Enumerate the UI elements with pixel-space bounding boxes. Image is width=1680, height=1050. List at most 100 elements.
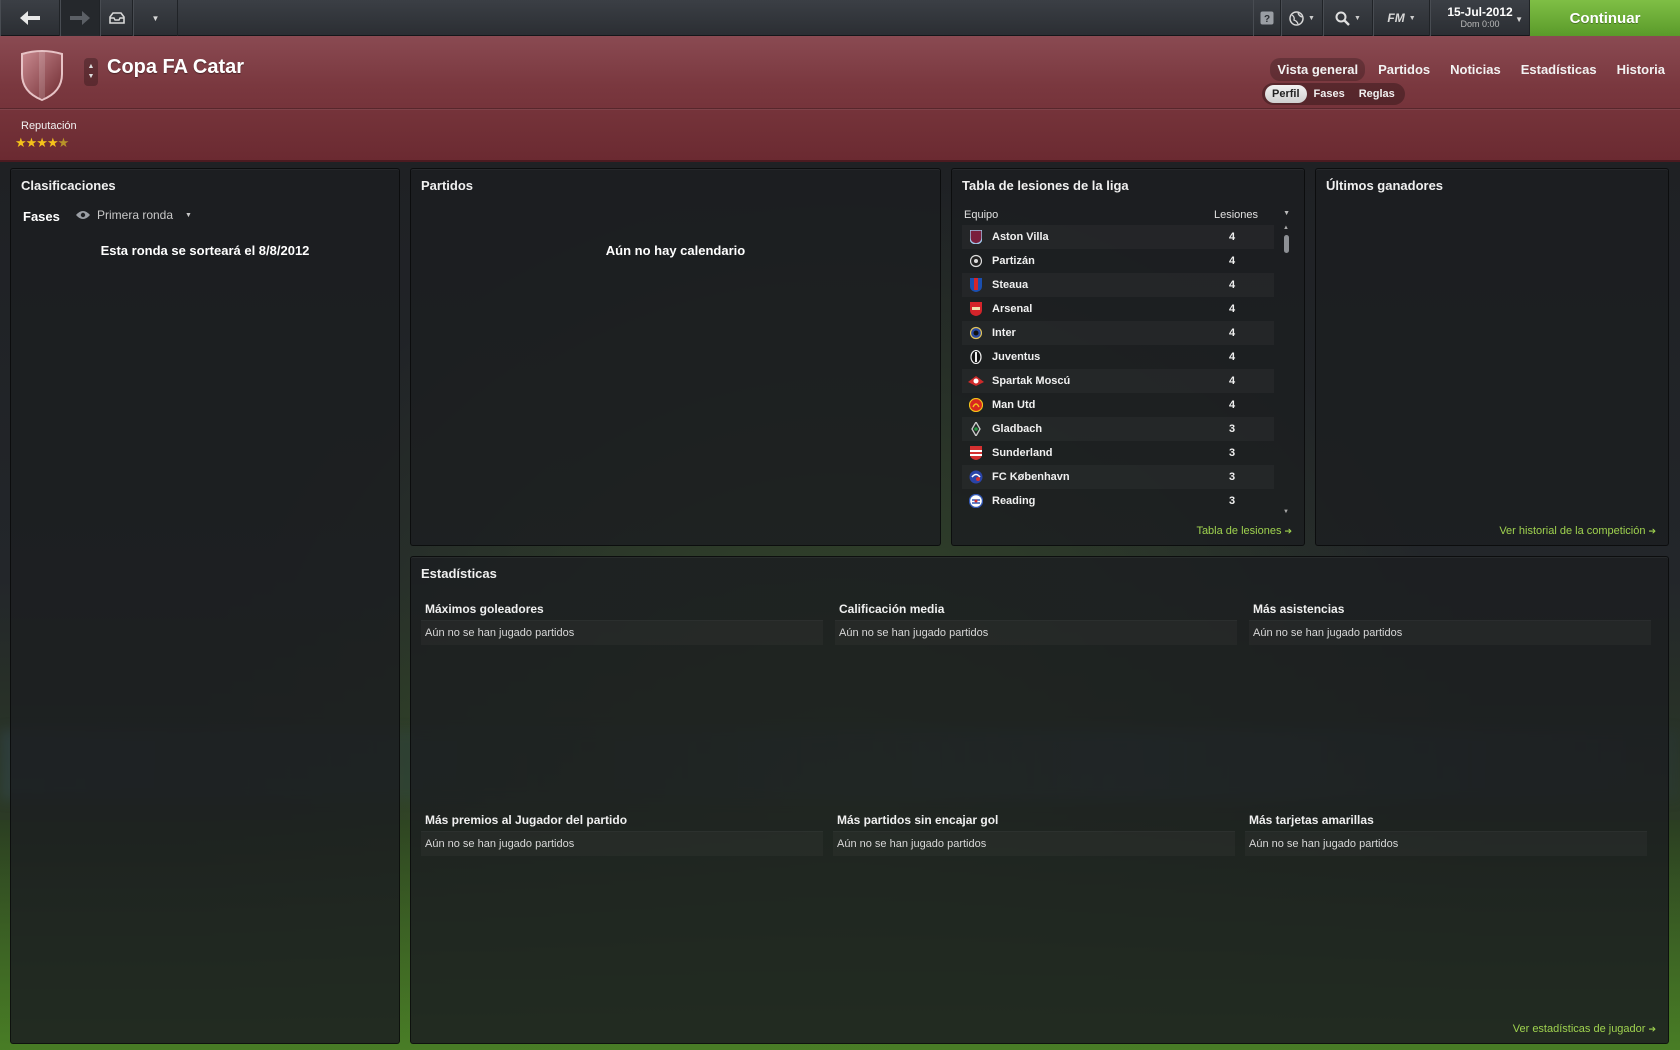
- injury-table-scrollbar[interactable]: ▲ ▼: [1283, 225, 1290, 515]
- scroll-down-icon[interactable]: ▼: [1283, 509, 1289, 515]
- scrollbar-thumb[interactable]: [1284, 235, 1289, 253]
- tab-partidos[interactable]: Partidos: [1371, 58, 1437, 81]
- stat-most-assists: Más asistencias Aún no se han jugado par…: [1249, 597, 1651, 645]
- club-badge-icon: [968, 325, 984, 341]
- reputation-label: Reputación: [21, 120, 77, 132]
- panel-title: Estadísticas: [421, 566, 497, 581]
- menu-dropdown-button[interactable]: ▼: [133, 0, 178, 36]
- scroll-up-icon[interactable]: ▲: [1283, 225, 1289, 231]
- table-row[interactable]: Sunderland 3: [962, 441, 1274, 465]
- stat-title[interactable]: Más premios al Jugador del partido: [421, 808, 823, 832]
- club-badge-icon: [968, 397, 984, 413]
- club-badge-icon: [968, 469, 984, 485]
- no-fixtures-message: Aún no hay calendario: [605, 243, 746, 258]
- injury-count: 4: [1228, 327, 1236, 339]
- stat-title[interactable]: Más asistencias: [1249, 597, 1651, 621]
- search-button[interactable]: ▼: [1323, 0, 1373, 36]
- chevron-down-icon: ▼: [185, 211, 192, 219]
- stat-empty-message: Aún no se han jugado partidos: [833, 832, 1235, 856]
- subtab-reglas[interactable]: Reglas: [1352, 85, 1402, 103]
- table-row[interactable]: Partizán 4: [962, 249, 1274, 273]
- stat-title[interactable]: Máximos goleadores: [421, 597, 823, 621]
- chevron-down-icon: ▼: [87, 73, 95, 80]
- stat-top-scorers: Máximos goleadores Aún no se han jugado …: [421, 597, 823, 645]
- table-row[interactable]: FC København 3: [962, 465, 1274, 489]
- club-badge-icon: [968, 421, 984, 437]
- competition-switcher[interactable]: ▲ ▼: [84, 58, 98, 86]
- standings-panel: Clasificaciones Fases Primera ronda ▼ Es…: [10, 168, 400, 1044]
- column-header-team[interactable]: Equipo: [964, 209, 998, 221]
- round-draw-info: Esta ronda se sorteará el 8/8/2012: [100, 243, 310, 258]
- table-row[interactable]: Steaua 4: [962, 273, 1274, 297]
- injury-count: 3: [1228, 471, 1236, 483]
- club-badge-icon: [968, 349, 984, 365]
- competition-header: ▲ ▼ Copa FA Catar Vista general Partidos…: [0, 36, 1680, 162]
- main-tabs: Vista general Partidos Noticias Estadíst…: [1270, 58, 1672, 81]
- club-badge-icon: [968, 277, 984, 293]
- panel-title: Clasificaciones: [21, 178, 116, 193]
- header-divider: [0, 108, 1680, 109]
- table-row[interactable]: Gladbach 3: [962, 417, 1274, 441]
- tab-estadisticas[interactable]: Estadísticas: [1514, 58, 1604, 81]
- svg-text:?: ?: [1264, 14, 1270, 25]
- link-label: Tabla de lesiones: [1196, 525, 1282, 537]
- team-name: FC København: [992, 471, 1070, 483]
- arrow-right-icon: ➔: [1648, 1024, 1656, 1034]
- arrow-right-icon: ➔: [1284, 526, 1292, 536]
- column-header-injuries[interactable]: Lesiones: [1214, 209, 1258, 221]
- world-button[interactable]: ▼: [1281, 0, 1323, 36]
- forward-button[interactable]: [60, 0, 100, 36]
- current-date: 15-Jul-2012: [1447, 5, 1513, 19]
- date-display[interactable]: 15-Jul-2012 Dom 0:00 ▼: [1430, 0, 1530, 36]
- help-button[interactable]: ?: [1253, 0, 1281, 36]
- table-row[interactable]: Reading 3: [962, 489, 1274, 513]
- back-arrow-icon: [20, 11, 40, 25]
- table-row[interactable]: Inter 4: [962, 321, 1274, 345]
- table-row[interactable]: Aston Villa 4: [962, 225, 1274, 249]
- injury-count: 4: [1228, 303, 1236, 315]
- table-row[interactable]: Spartak Moscú 4: [962, 369, 1274, 393]
- team-name: Inter: [992, 327, 1016, 339]
- tab-noticias[interactable]: Noticias: [1443, 58, 1508, 81]
- chevron-down-icon: ▼: [1515, 15, 1523, 24]
- player-stats-link[interactable]: Ver estadísticas de jugador ➔: [1513, 1023, 1656, 1035]
- home-button[interactable]: [100, 0, 133, 36]
- team-name: Spartak Moscú: [992, 375, 1071, 387]
- table-row[interactable]: Arsenal 4: [962, 297, 1274, 321]
- team-name: Juventus: [992, 351, 1041, 363]
- chevron-up-icon: ▲: [87, 63, 95, 70]
- team-name: Man Utd: [992, 399, 1036, 411]
- stat-empty-message: Aún no se han jugado partidos: [1245, 832, 1647, 856]
- fm-menu-button[interactable]: FM ▼: [1373, 0, 1430, 36]
- subtab-perfil[interactable]: Perfil: [1265, 85, 1307, 103]
- club-badge-icon: [968, 493, 984, 509]
- continue-button[interactable]: Continuar: [1530, 0, 1680, 36]
- tab-vista-general[interactable]: Vista general: [1270, 58, 1366, 81]
- inbox-icon: [108, 12, 125, 24]
- injury-count: 3: [1228, 495, 1236, 507]
- chevron-down-icon: ▼: [151, 13, 160, 23]
- stat-average-rating: Calificación media Aún no se han jugado …: [835, 597, 1237, 645]
- injury-table-link[interactable]: Tabla de lesiones ➔: [1196, 525, 1292, 537]
- table-row[interactable]: Man Utd 4: [962, 393, 1274, 417]
- globe-icon: [1289, 10, 1304, 26]
- table-row[interactable]: Juventus 4: [962, 345, 1274, 369]
- stat-title[interactable]: Calificación media: [835, 597, 1237, 621]
- injury-count: 4: [1228, 375, 1236, 387]
- stat-empty-message: Aún no se han jugado partidos: [421, 832, 823, 856]
- back-button[interactable]: [0, 0, 60, 36]
- recent-winners-panel: Últimos ganadores Ver historial de la co…: [1315, 168, 1669, 546]
- search-icon: [1335, 11, 1350, 26]
- stat-title[interactable]: Más tarjetas amarillas: [1245, 808, 1647, 832]
- round-select[interactable]: Primera ronda ▼: [75, 208, 192, 222]
- subtab-fases[interactable]: Fases: [1307, 85, 1352, 103]
- team-name: Aston Villa: [992, 231, 1049, 243]
- stat-title[interactable]: Más partidos sin encajar gol: [833, 808, 1235, 832]
- tab-historia[interactable]: Historia: [1610, 58, 1672, 81]
- sort-caret-icon[interactable]: ▼: [1283, 210, 1290, 217]
- competition-history-link[interactable]: Ver historial de la competición ➔: [1499, 525, 1656, 537]
- stat-yellow-cards: Más tarjetas amarillas Aún no se han jug…: [1245, 808, 1647, 856]
- link-label: Ver estadísticas de jugador: [1512, 1023, 1646, 1035]
- injury-table-body: Aston Villa 4 Partizán 4 Steaua 4 Arsenal 4 …: [962, 225, 1274, 513]
- team-name: Gladbach: [992, 423, 1043, 435]
